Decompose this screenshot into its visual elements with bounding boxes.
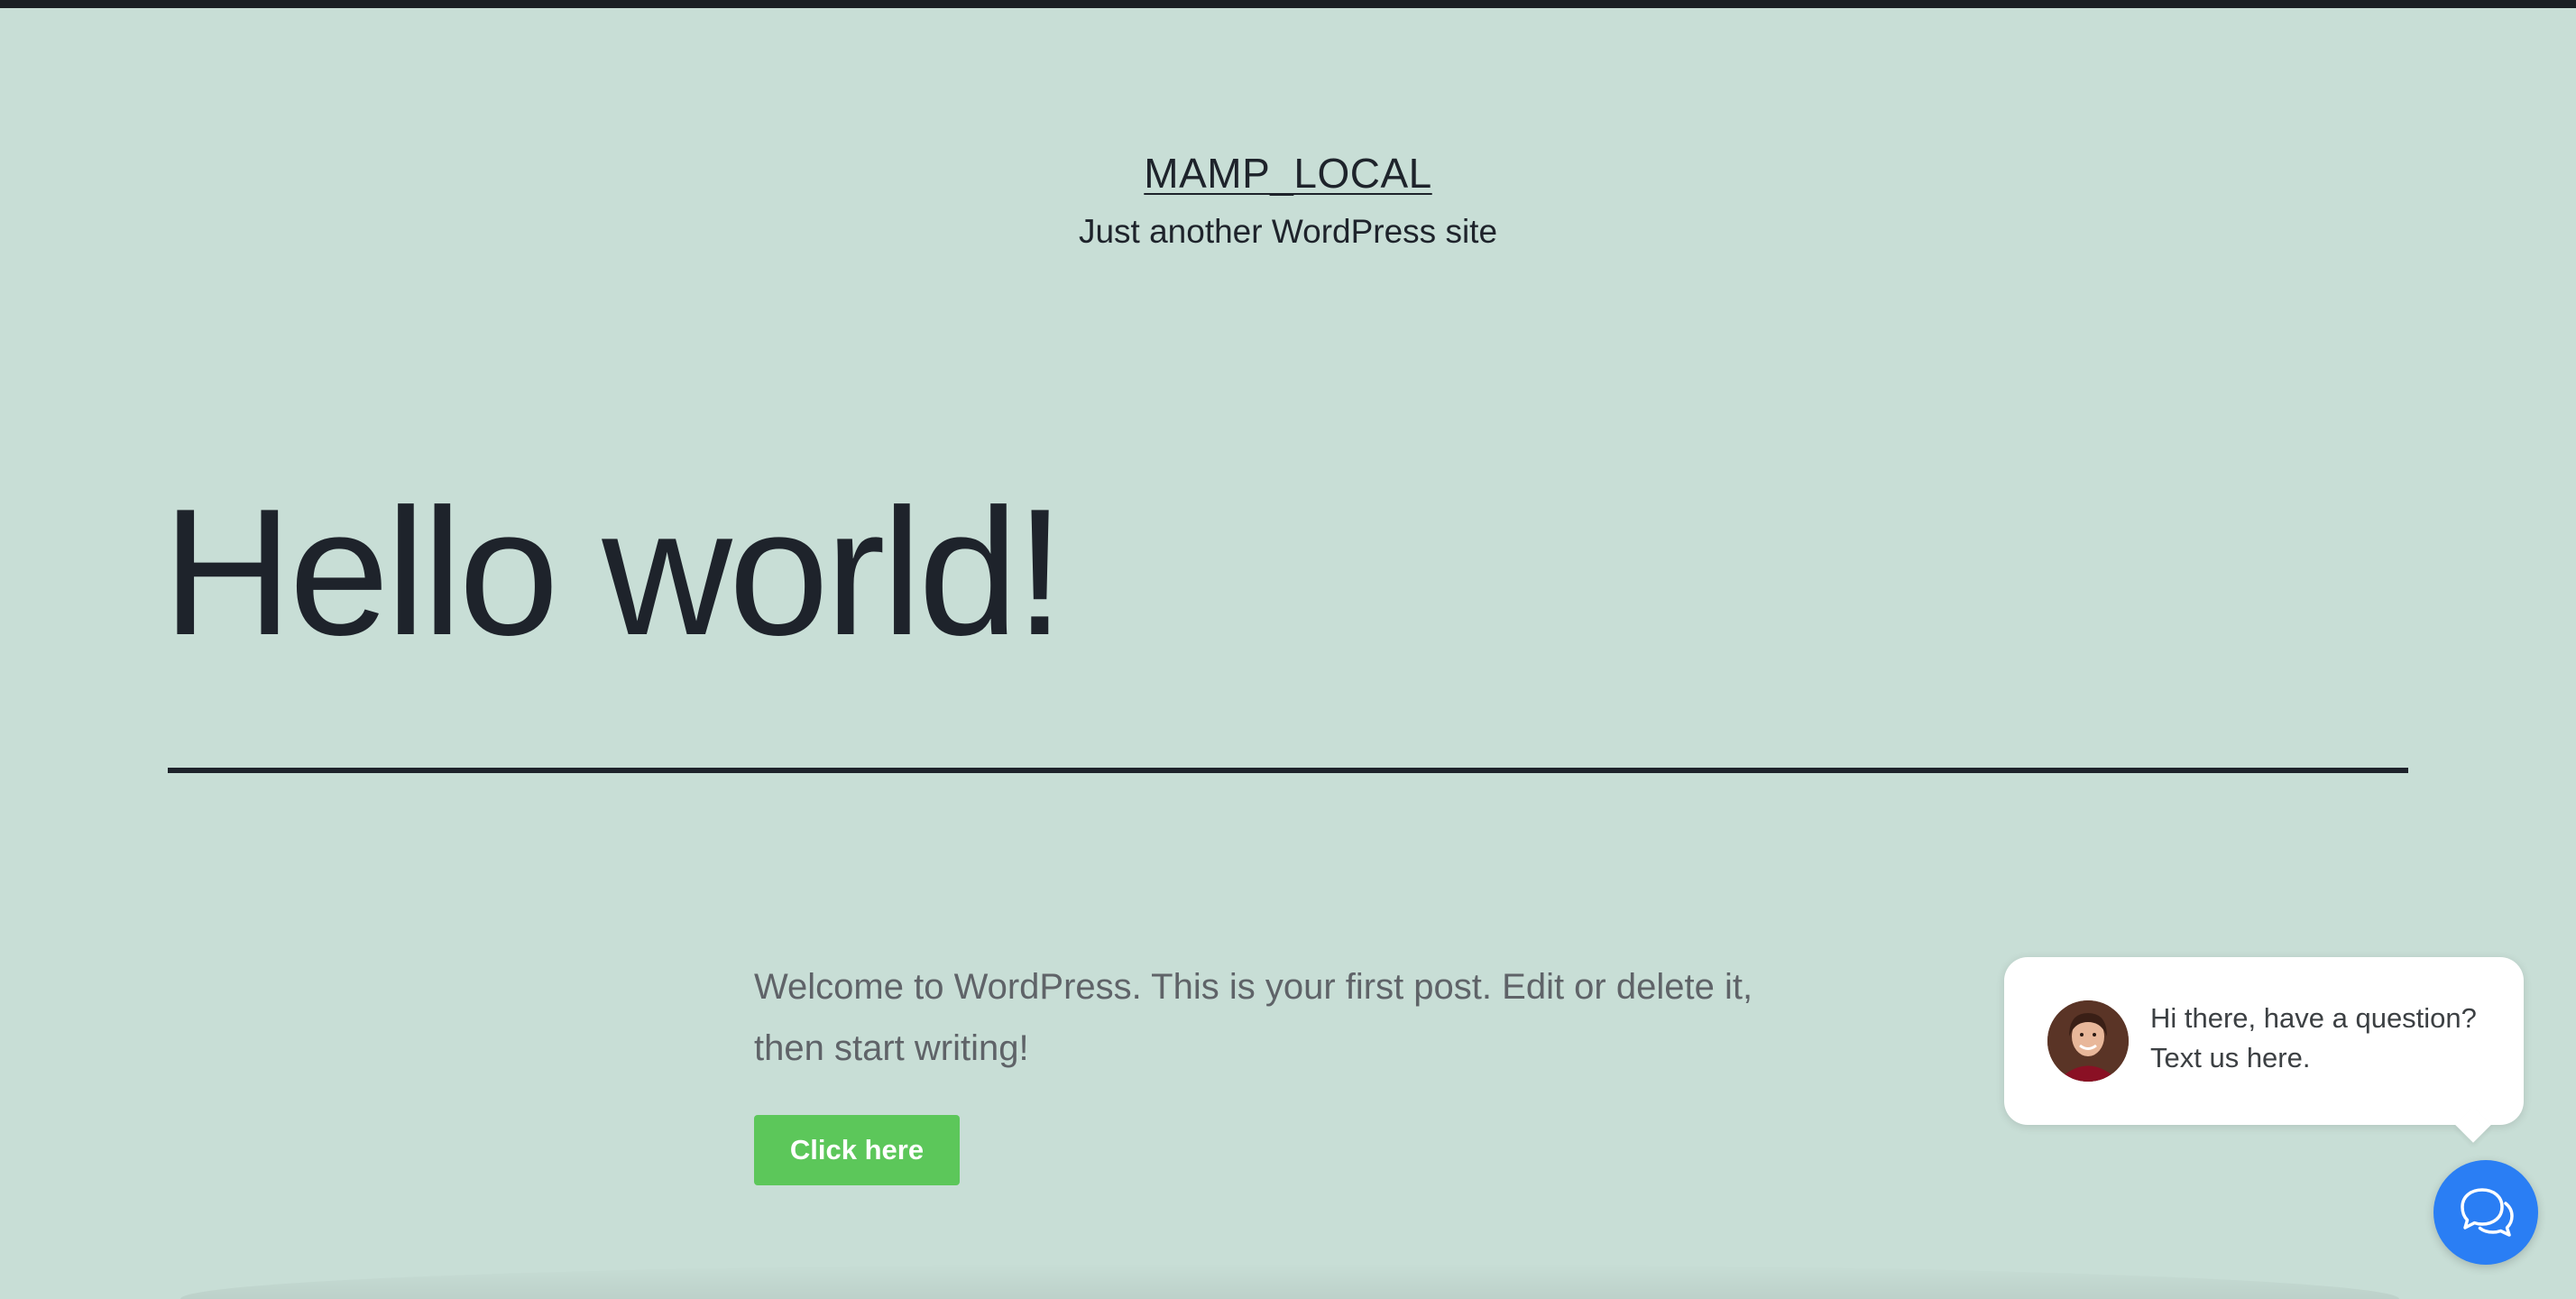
site-tagline: Just another WordPress site [1078,213,1498,250]
post-title: Hello world! [162,472,1065,673]
top-border-bar [0,0,2576,8]
chat-greeting-text: Hi there, have a question? Text us here. [2150,1002,2477,1073]
title-separator [168,768,2408,773]
post-paragraph: Welcome to WordPress. This is your first… [754,967,1753,1068]
chat-launcher-button[interactable] [2433,1160,2538,1265]
footer-shadow [180,1263,2399,1299]
chat-bubbles-icon [2461,1188,2514,1237]
chat-greeting-bubble[interactable]: Hi there, have a question? Text us here. [2004,957,2524,1125]
avatar-portrait-icon [2047,1000,2129,1082]
agent-avatar [2047,1000,2129,1082]
post-content: Welcome to WordPress. This is your first… [754,956,1818,1185]
click-here-button[interactable]: Click here [754,1115,960,1185]
site-header: MAMP_LOCAL Just another WordPress site [0,144,2576,254]
site-title-link[interactable]: MAMP_LOCAL [1144,144,1431,202]
